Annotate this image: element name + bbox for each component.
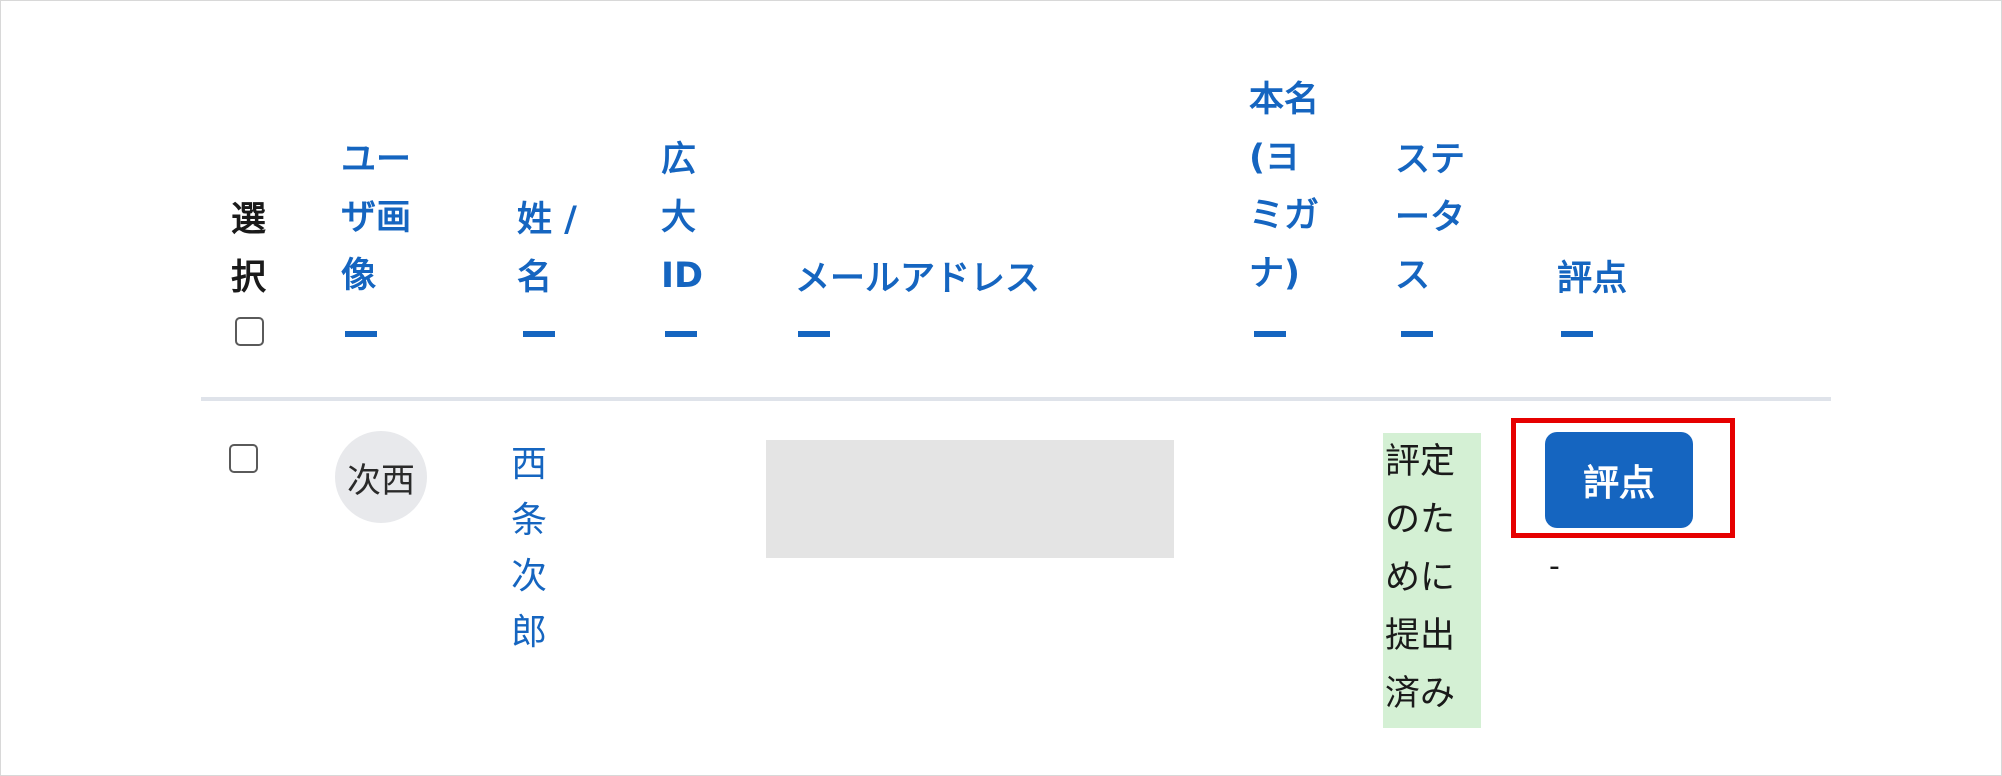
select-all-checkbox[interactable] [235,317,264,346]
email-redacted [766,440,1174,558]
header-grade[interactable]: 評点 [1557,250,1647,308]
header-real-name[interactable]: 本名(ヨミガナ) [1249,71,1331,303]
header-divider [201,397,1831,401]
sort-toggle-email[interactable] [798,331,830,337]
header-hirodai-id[interactable]: 広大ID [661,131,705,305]
sort-toggle-user-image[interactable] [345,331,377,337]
sort-toggle-name[interactable] [523,331,555,337]
sort-toggle-status[interactable] [1401,331,1433,337]
grade-value: - [1549,549,1560,584]
header-select-label: 選択 [231,200,267,298]
avatar[interactable]: 次西 [335,431,427,523]
status-badge: 評定のために提出済み [1383,433,1481,728]
header-email[interactable]: メールアドレス [795,250,1095,308]
sort-toggle-real-name[interactable] [1254,331,1286,337]
grade-button[interactable]: 評点 [1545,432,1693,528]
header-name[interactable]: 姓 / 名 [517,191,599,307]
sort-toggle-grade[interactable] [1561,331,1593,337]
grading-table-panel: 選択 ユーザ画像 姓 / 名 広大ID メールアドレス 本名(ヨミガナ) ステー… [0,0,2002,776]
avatar-initials: 次西 [347,460,415,501]
header-status[interactable]: ステータス [1395,131,1481,305]
row-select-checkbox[interactable] [229,444,258,473]
header-user-image[interactable]: ユーザ画像 [341,131,429,305]
sort-toggle-hirodai-id[interactable] [665,331,697,337]
student-name-link[interactable]: 西条次郎 [511,437,555,661]
